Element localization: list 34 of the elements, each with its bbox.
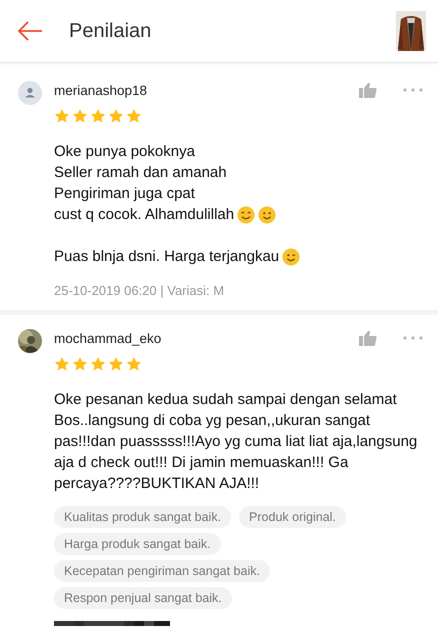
username[interactable]: mochammad_eko: [54, 330, 359, 346]
review-tag: Harga produk sangat baik.: [54, 533, 221, 555]
review-tag: Produk original.: [239, 506, 346, 528]
review-text: Oke pesanan kedua sudah sampai dengan selamat Bos..langsung di coba yg pesan,,ukuran sangat pas!!!dan puasssss!!!Ayo yg cuma liat liat aja,langsung aja d check out!!! Di jamin memuaskan!!! Ga percaya????BUKTIKAN AJA!!!: [54, 390, 418, 494]
star-icon: [90, 108, 106, 124]
review-text: Puas blnja dsni. Harga terjangkau: [54, 247, 280, 267]
star-icon: [54, 108, 70, 124]
star-icon: [54, 356, 70, 372]
star-icon: [126, 108, 142, 124]
star-icon: [72, 108, 88, 124]
star-icon: [108, 108, 124, 124]
username[interactable]: merianashop18: [54, 82, 359, 98]
more-icon[interactable]: [403, 88, 423, 92]
thumbs-up-icon[interactable]: [359, 330, 377, 346]
review-text: Pengiriman juga cpat: [54, 184, 195, 204]
avatar-icon: [18, 81, 42, 105]
winking-face-icon: [282, 248, 300, 266]
smiley-icon: [258, 206, 276, 224]
review-text: Seller ramah dan amanah: [54, 163, 227, 183]
smiley-icon: [237, 206, 256, 224]
star-icon: [72, 356, 88, 372]
star-icon: [90, 356, 106, 372]
star-icon: [108, 356, 124, 372]
more-icon[interactable]: [403, 336, 423, 340]
page-title: Penilaian: [69, 20, 152, 42]
review-tag: Kualitas produk sangat baik.: [54, 506, 232, 528]
thumbs-up-icon[interactable]: [359, 82, 377, 98]
back-icon[interactable]: [17, 21, 43, 41]
review-text: cust q cocok. Alhamdulillah: [54, 205, 234, 225]
review-text: Oke punya pokoknya: [54, 142, 195, 162]
review-date-variant: 25-10-2019 06:20 | Variasi: M: [54, 283, 226, 298]
star-icon: [126, 356, 142, 372]
review-tag: Kecepatan pengiriman sangat baik.: [54, 560, 270, 582]
review-tag: Respon penjual sangat baik.: [54, 587, 232, 609]
